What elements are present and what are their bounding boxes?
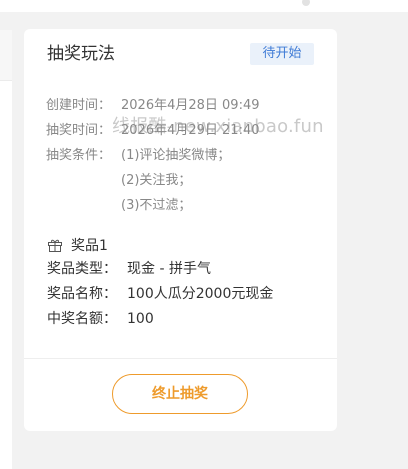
lottery-rules-card: 抽奖玩法 待开始 线报酷-new.xianbao.fun 创建时间： 2026年… — [24, 29, 337, 431]
prize-type-label: 奖品类型： — [47, 261, 117, 277]
top-bar-indicator — [302, 0, 310, 6]
draw-time-value: 2026年4月29日 21:40 — [121, 123, 260, 138]
winner-count-label: 中奖名额： — [47, 311, 117, 327]
condition-item: (1)评论抽奖微博； — [121, 148, 231, 163]
prize-heading-label: 奖品1 — [71, 238, 108, 254]
conditions-row: 抽奖条件： — [46, 147, 121, 165]
prize-name-label: 奖品名称： — [47, 286, 117, 302]
conditions-label: 抽奖条件： — [46, 148, 112, 163]
prize-type-value: 现金 - 拼手气 — [127, 261, 211, 277]
stop-lottery-button[interactable]: 终止抽奖 — [112, 374, 248, 414]
left-panel — [0, 30, 12, 469]
condition-item: (3)不过滤； — [121, 198, 192, 213]
prize-heading: 奖品1 — [47, 235, 108, 255]
winner-count-value: 100 — [127, 311, 154, 327]
left-panel-header — [0, 30, 12, 81]
gift-icon — [48, 239, 62, 252]
draw-time-label: 抽奖时间： — [46, 123, 112, 138]
prize-type-row: 奖品类型： 现金 - 拼手气 — [47, 260, 211, 278]
divider — [24, 358, 337, 359]
status-badge: 待开始 — [250, 43, 314, 65]
card-title: 抽奖玩法 — [47, 44, 115, 64]
top-bar — [0, 0, 408, 12]
created-time-value: 2026年4月28日 09:49 — [121, 98, 260, 113]
draw-time-row: 抽奖时间： 2026年4月29日 21:40 — [46, 122, 260, 140]
created-time-label: 创建时间： — [46, 98, 112, 113]
prize-name-row: 奖品名称： 100人瓜分2000元现金 — [47, 285, 273, 303]
condition-item: (2)关注我； — [121, 173, 192, 188]
winner-count-row: 中奖名额： 100 — [47, 310, 154, 328]
created-time-row: 创建时间： 2026年4月28日 09:49 — [46, 97, 260, 115]
prize-name-value: 100人瓜分2000元现金 — [127, 286, 274, 302]
